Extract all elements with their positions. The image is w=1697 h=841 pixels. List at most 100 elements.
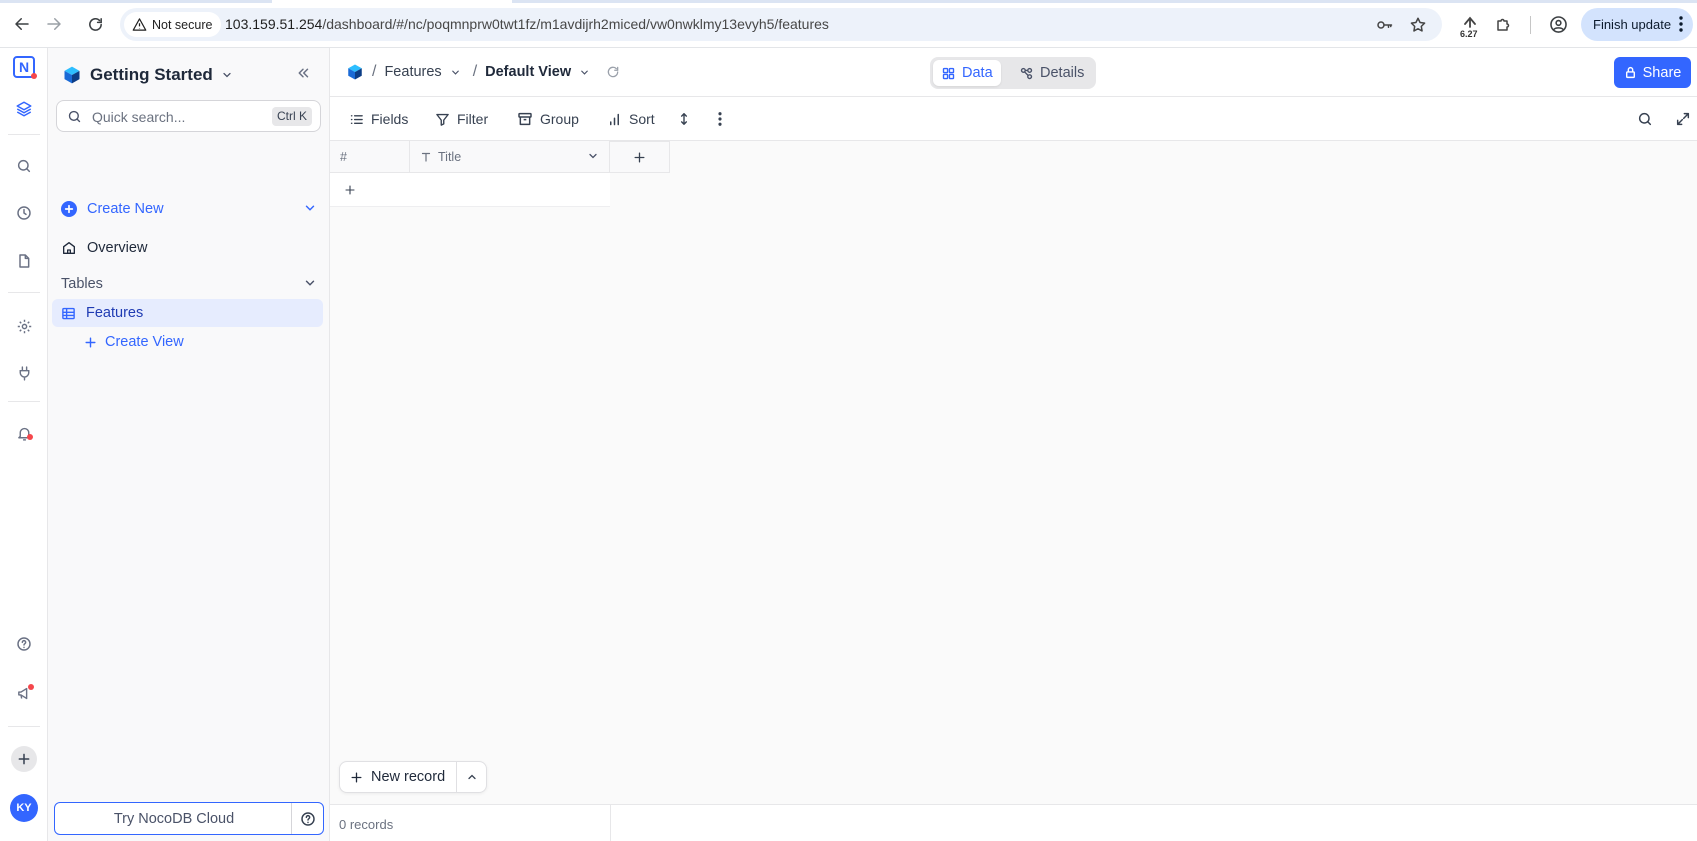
security-label: Not secure: [152, 17, 213, 32]
sidebar: Getting Started Quick search... Ctrl K C…: [48, 48, 330, 841]
rail-divider: [8, 726, 40, 727]
footer-divider: [610, 805, 611, 841]
search-icon[interactable]: [12, 154, 36, 178]
tab-details-label: Details: [1040, 65, 1085, 81]
add-column-button[interactable]: [610, 141, 670, 173]
finish-update-label: Finish update: [1593, 17, 1672, 32]
more-vert-icon: [1679, 16, 1683, 32]
back-icon[interactable]: [10, 12, 34, 36]
url-text[interactable]: 103.159.51.254/dashboard/#/nc/poqmnprw0t…: [225, 16, 829, 32]
url-host: 103.159.51.254: [225, 16, 323, 32]
quick-search-placeholder: Quick search...: [92, 109, 186, 125]
rail-divider: [8, 134, 40, 135]
sort-button[interactable]: Sort: [607, 107, 655, 131]
more-vert-icon[interactable]: [708, 107, 732, 131]
try-nocodb-cloud-panel: Try NocoDB Cloud: [54, 802, 324, 835]
chevron-down-icon[interactable]: [587, 150, 599, 162]
base-cube-icon[interactable]: [346, 63, 364, 81]
sidebar-item-features[interactable]: Features: [52, 299, 323, 327]
docs-file-icon[interactable]: [12, 249, 36, 273]
recent-clock-icon[interactable]: [12, 201, 36, 225]
logo-notification-dot: [31, 73, 37, 79]
help-icon[interactable]: [291, 803, 323, 834]
new-record-button[interactable]: New record: [340, 762, 458, 792]
add-workspace-button[interactable]: [11, 746, 37, 772]
extensions-puzzle-icon[interactable]: [1492, 12, 1516, 36]
announcements-notification-dot: [28, 684, 34, 690]
browser-toolbar: Not secure 103.159.51.254/dashboard/#/nc…: [0, 0, 1697, 48]
plus-icon: [84, 336, 97, 349]
fields-button[interactable]: Fields: [349, 107, 408, 131]
toolbar-divider: [1530, 16, 1531, 34]
filter-funnel-icon: [435, 112, 450, 127]
create-new-label: Create New: [87, 201, 164, 217]
share-button[interactable]: Share: [1614, 57, 1691, 88]
row-height-icon[interactable]: [672, 107, 696, 131]
chevron-up-icon[interactable]: [456, 762, 486, 792]
help-icon[interactable]: [12, 632, 36, 656]
chevron-down-icon[interactable]: [579, 67, 590, 78]
filter-button[interactable]: Filter: [435, 107, 488, 131]
new-record-label: New record: [371, 769, 446, 785]
key-icon[interactable]: [1373, 14, 1395, 36]
details-nodes-icon: [1019, 66, 1034, 81]
tab-details[interactable]: Details: [1011, 60, 1092, 86]
tab-data-label: Data: [962, 65, 993, 81]
breadcrumb-separator: /: [472, 63, 478, 80]
collapse-sidebar-icon[interactable]: [294, 64, 316, 86]
view-toolbar: Fields Filter Group Sort: [330, 97, 1697, 141]
forward-icon[interactable]: [42, 12, 66, 36]
breadcrumb-separator: /: [372, 63, 377, 80]
record-count: 0 records: [339, 817, 394, 832]
plus-icon: [344, 184, 356, 196]
integrations-plug-icon[interactable]: [12, 361, 36, 385]
bases-icon[interactable]: [12, 97, 36, 121]
bell-notification-dot: [27, 434, 33, 440]
sort-bars-icon: [607, 112, 622, 127]
breadcrumb-view[interactable]: Default View: [485, 64, 571, 80]
search-shortcut-badge: Ctrl K: [272, 107, 312, 126]
create-new-button[interactable]: Create New: [52, 195, 325, 223]
profile-icon[interactable]: [1546, 12, 1570, 36]
create-view-label: Create View: [105, 334, 184, 350]
sidebar-item-overview[interactable]: Overview: [52, 234, 325, 262]
group-button[interactable]: Group: [517, 107, 579, 131]
fields-label: Fields: [371, 111, 409, 127]
plus-icon: [633, 151, 646, 164]
breadcrumb-table[interactable]: Features: [384, 64, 441, 80]
settings-gear-icon[interactable]: [12, 314, 36, 338]
reload-icon[interactable]: [83, 12, 107, 36]
title-column-label: Title: [438, 149, 462, 164]
finish-update-button[interactable]: Finish update: [1581, 8, 1693, 41]
address-bar[interactable]: Not secure 103.159.51.254/dashboard/#/nc…: [120, 8, 1442, 41]
fullscreen-expand-icon[interactable]: [1671, 107, 1695, 131]
table-grid-icon: [61, 306, 76, 321]
rail-divider: [8, 292, 40, 293]
chevron-down-icon: [303, 276, 317, 290]
share-label: Share: [1642, 64, 1682, 81]
security-chip[interactable]: Not secure: [124, 12, 222, 37]
try-nocodb-cloud-button[interactable]: Try NocoDB Cloud: [55, 803, 293, 834]
base-name: Getting Started: [90, 65, 213, 84]
url-path: /dashboard/#/nc/poqmnprw0twt1fz/m1avdijr…: [322, 16, 829, 32]
tab-data[interactable]: Data: [933, 60, 1001, 86]
base-switcher[interactable]: Getting Started: [62, 60, 233, 90]
search-icon[interactable]: [1633, 107, 1657, 131]
plus-circle-icon: [61, 201, 77, 217]
reload-view-icon[interactable]: [606, 65, 620, 79]
bookmark-star-icon[interactable]: [1407, 14, 1429, 36]
add-row-button[interactable]: [330, 173, 610, 207]
tab-strip: [0, 0, 1697, 3]
user-avatar[interactable]: KY: [10, 794, 38, 822]
notifications-bell-icon[interactable]: [12, 421, 36, 445]
tables-section-header[interactable]: Tables: [52, 270, 325, 298]
title-column-header[interactable]: Title: [410, 141, 610, 173]
create-view-button[interactable]: Create View: [52, 328, 325, 356]
grid-footer: 0 records: [330, 804, 1697, 841]
quick-search-input[interactable]: Quick search... Ctrl K: [56, 100, 321, 132]
view-mode-toggle: Data Details: [930, 57, 1096, 89]
group-archive-icon: [517, 111, 533, 127]
extension-badge-count: 6.27: [1460, 29, 1478, 39]
extension-badge[interactable]: 6.27: [1455, 10, 1485, 40]
chevron-down-icon[interactable]: [450, 67, 461, 78]
